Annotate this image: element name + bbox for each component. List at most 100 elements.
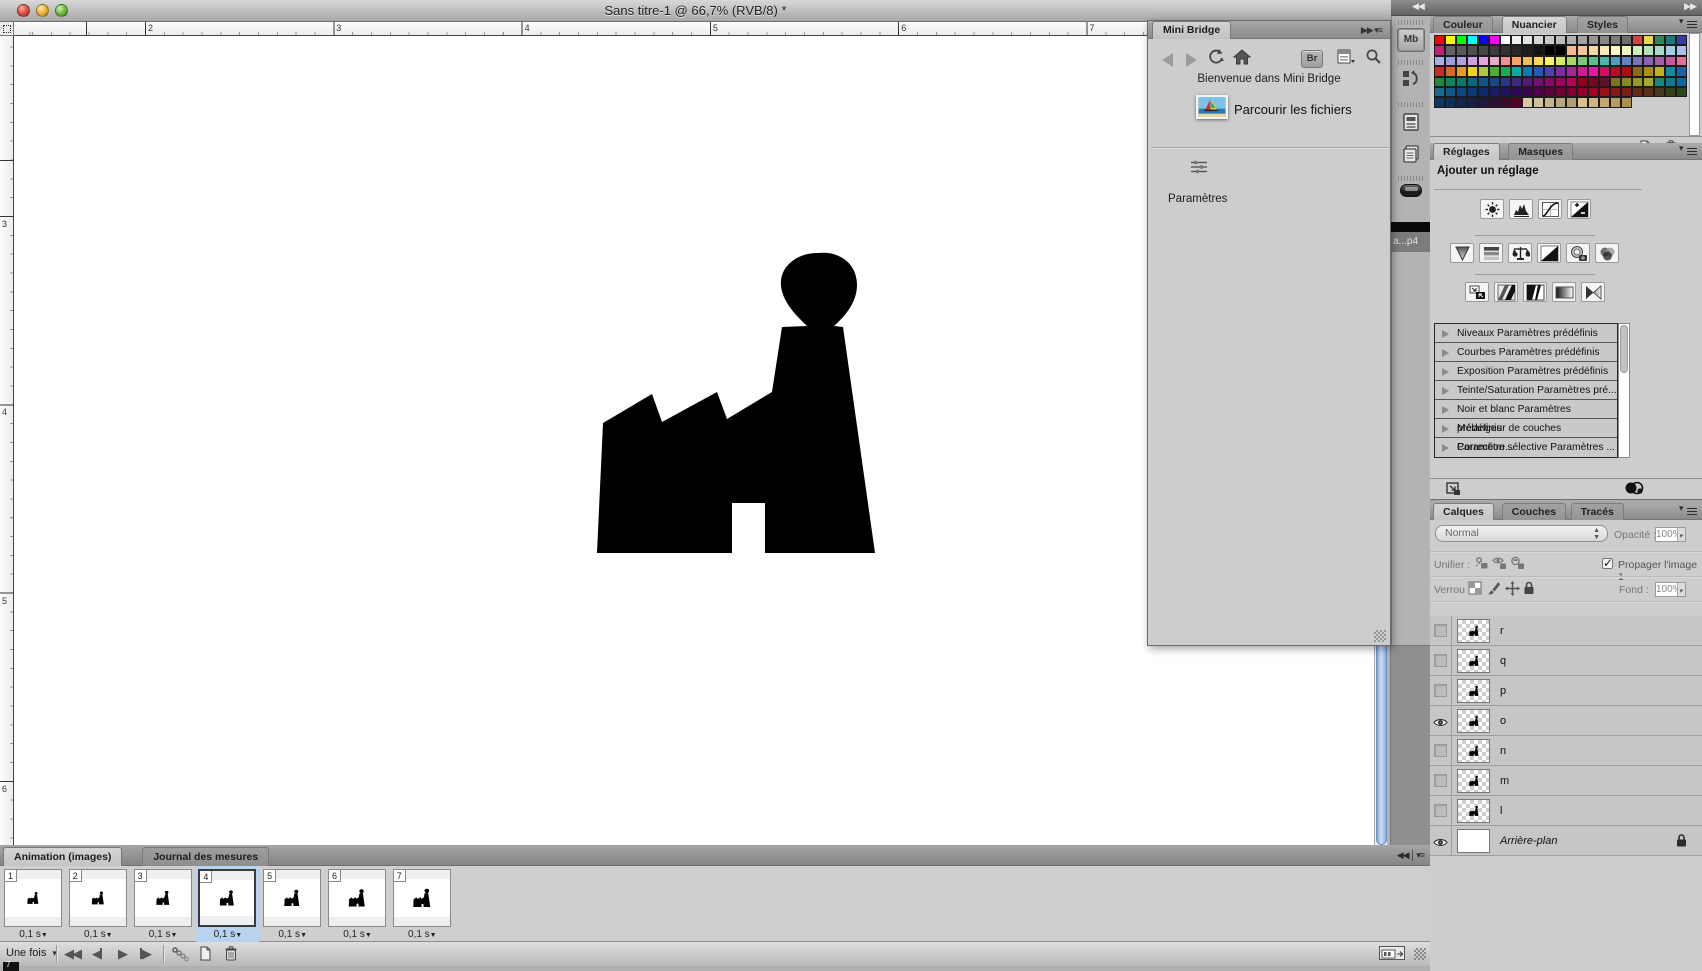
color-swatch[interactable] [1654,87,1665,97]
layer-thumbnail[interactable] [1457,679,1490,703]
color-swatch[interactable] [1588,97,1599,107]
color-swatch[interactable] [1434,87,1445,97]
color-swatch[interactable] [1566,97,1577,107]
color-swatch[interactable] [1621,87,1632,97]
color-swatch[interactable] [1533,87,1544,97]
black-white-adjustment-button[interactable] [1537,243,1561,263]
color-swatch[interactable] [1511,66,1522,76]
ruler-origin-box[interactable] [0,22,14,36]
propagate-frame-checkbox[interactable] [1602,558,1613,569]
color-swatch[interactable] [1577,35,1588,45]
color-swatch[interactable] [1478,77,1489,87]
color-swatch[interactable] [1434,45,1445,55]
color-swatch[interactable] [1489,56,1500,66]
color-swatch[interactable] [1544,35,1555,45]
color-swatch[interactable] [1533,35,1544,45]
layer-visibility-well[interactable] [1430,616,1452,645]
color-swatch[interactable] [1434,56,1445,66]
frame-duration[interactable]: 0,1 s▼ [66,929,131,940]
frame-thumbnail[interactable]: 7 [393,869,451,927]
opacity-dropdown-icon[interactable] [1677,528,1685,541]
color-swatch[interactable] [1434,35,1445,45]
color-swatch[interactable] [1478,66,1489,76]
invert-adjustment-button[interactable] [1465,282,1489,302]
color-swatch[interactable] [1599,35,1610,45]
back-icon[interactable] [1162,53,1173,67]
color-swatch[interactable] [1654,56,1665,66]
layer-row-n[interactable]: n [1430,736,1702,766]
color-swatch[interactable] [1467,35,1478,45]
color-swatch[interactable] [1522,97,1533,107]
color-swatch[interactable] [1566,87,1577,97]
color-swatch[interactable] [1555,87,1566,97]
settings-sliders-icon[interactable] [1190,159,1208,175]
color-swatch[interactable] [1665,35,1676,45]
preset-row[interactable]: Correction sélective Paramètres ... [1435,438,1617,457]
layer-row-p[interactable]: p [1430,676,1702,706]
color-swatch[interactable] [1654,77,1665,87]
color-swatch[interactable] [1588,35,1599,45]
color-swatch[interactable] [1467,66,1478,76]
color-swatch[interactable] [1533,77,1544,87]
visibility-checkbox[interactable] [1434,774,1447,787]
color-swatch[interactable] [1467,77,1478,87]
tab-couches[interactable]: Couches [1502,503,1566,520]
color-swatch[interactable] [1555,45,1566,55]
layer-name[interactable]: Arrière-plan [1500,835,1557,847]
color-swatch[interactable] [1610,45,1621,55]
refresh-icon[interactable] [1206,48,1228,70]
color-swatch[interactable] [1665,66,1676,76]
gradient-map-adjustment-button[interactable] [1552,282,1576,302]
tab-styles[interactable]: Styles [1577,16,1628,33]
color-swatch[interactable] [1467,87,1478,97]
color-swatch[interactable] [1577,66,1588,76]
color-swatch[interactable] [1511,45,1522,55]
collapsed-panel-tab[interactable]: a...p4 [1391,222,1430,252]
frame-duration[interactable]: 0,1 s▼ [1,929,66,940]
lock-transparency-icon[interactable] [1468,581,1484,596]
color-swatch[interactable] [1632,35,1643,45]
color-swatch[interactable] [1588,87,1599,97]
opacity-field[interactable]: 100% [1655,527,1686,542]
color-swatch[interactable] [1577,87,1588,97]
animation-resize-grip[interactable] [1414,948,1426,960]
frame-duration[interactable]: 0,1 s▼ [260,929,325,940]
layer-visibility-well[interactable] [1430,676,1452,705]
color-swatch[interactable] [1599,77,1610,87]
color-swatch[interactable] [1478,87,1489,97]
color-swatch[interactable] [1489,97,1500,107]
color-swatch[interactable] [1445,35,1456,45]
visibility-checkbox[interactable] [1434,624,1447,637]
animation-frame-3[interactable]: 30,1 s▼ [131,866,196,942]
tab-trac-s[interactable]: Tracés [1571,503,1624,520]
preset-row[interactable]: Teinte/Saturation Paramètres pré... [1435,381,1617,400]
exposure-adjustment-button[interactable] [1567,199,1591,219]
color-swatch[interactable] [1522,66,1533,76]
channel-mixer-adjustment-button[interactable] [1595,243,1619,263]
clip-to-layer-icon[interactable] [1624,481,1640,496]
frame-duration[interactable]: 0,1 s▼ [390,929,455,940]
color-swatch[interactable] [1555,66,1566,76]
color-swatch[interactable] [1456,87,1467,97]
color-swatch[interactable] [1500,56,1511,66]
vibrance-adjustment-button[interactable] [1450,243,1474,263]
frame-thumbnail[interactable]: 2 [69,869,127,927]
mini-bridge-dock-button[interactable]: Mb [1397,28,1425,52]
color-swatch[interactable] [1489,77,1500,87]
layer-visibility-well[interactable] [1430,796,1452,825]
frame-thumbnail[interactable]: 3 [134,869,192,927]
notes-panel-icon[interactable] [1401,144,1421,164]
fill-dropdown-icon[interactable] [1677,583,1685,596]
unify-visibility-icon[interactable] [1492,556,1508,571]
color-swatch[interactable] [1676,66,1687,76]
color-swatch[interactable] [1599,97,1610,107]
blend-mode-stepper-icon[interactable]: ▲▼ [1593,527,1600,541]
next-frame-button[interactable]: ▶ [140,946,150,962]
color-swatch[interactable] [1511,56,1522,66]
color-swatch[interactable] [1522,35,1533,45]
color-swatch[interactable] [1500,66,1511,76]
layer-name[interactable]: l [1500,805,1502,817]
color-swatch[interactable] [1665,87,1676,97]
color-swatch[interactable] [1555,35,1566,45]
layer-row-r[interactable]: r [1430,616,1702,646]
